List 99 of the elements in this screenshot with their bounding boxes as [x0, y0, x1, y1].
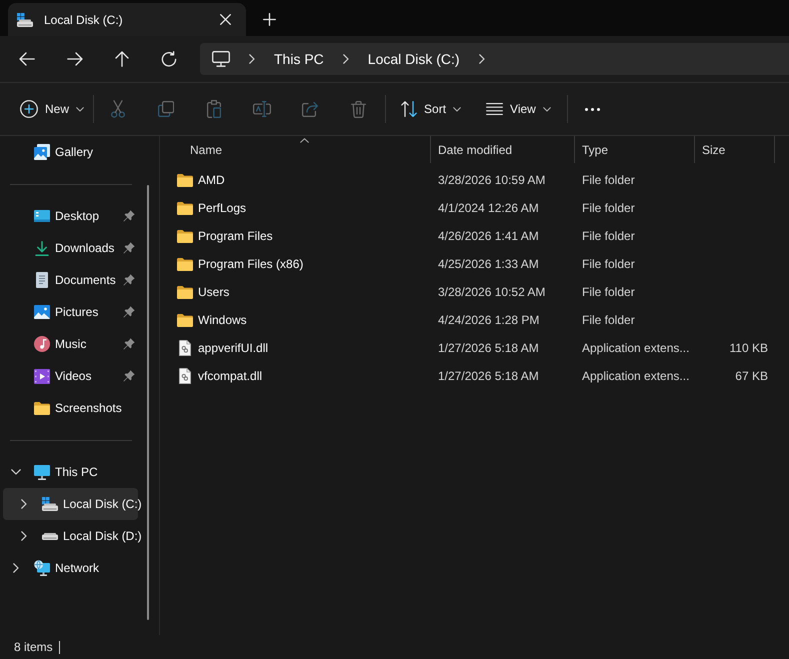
file-row[interactable]: PerfLogs 4/1/2024 12:26 AM File folder: [170, 194, 785, 222]
plus-circle-icon: [20, 100, 38, 118]
file-name: PerfLogs: [198, 201, 246, 215]
file-row[interactable]: AMD 3/28/2026 10:59 AM File folder: [170, 166, 785, 194]
size-cell-text: 110 KB: [730, 341, 769, 355]
gallery-icon: [34, 144, 50, 160]
sidebar-item[interactable]: Music: [3, 328, 138, 360]
picture-icon: [34, 305, 50, 319]
type-cell-text: File folder: [581, 285, 635, 299]
desktop-icon: [34, 210, 50, 222]
network-icon: [34, 560, 50, 576]
sidebar-item[interactable]: Desktop: [3, 200, 138, 232]
file-icon: [179, 340, 191, 356]
item-count: 8 items: [14, 640, 53, 654]
chevron-right-icon[interactable]: [342, 54, 349, 64]
folder-icon: [177, 286, 193, 298]
drive-icon: [17, 12, 33, 26]
lines-icon: [486, 103, 504, 115]
chevron-right-icon[interactable]: [249, 54, 255, 64]
sidebar-item[interactable]: Gallery: [3, 136, 138, 168]
column-header[interactable]: Size: [695, 136, 775, 163]
download-arrow-icon: [35, 240, 49, 256]
refresh-icon[interactable]: [161, 51, 177, 67]
date-cell-text: 1/27/2026 5:18 AM: [437, 341, 539, 355]
file-icon: [179, 368, 191, 384]
date-cell-text: 4/26/2026 1:41 AM: [437, 229, 539, 243]
caret-icon: [453, 106, 462, 112]
monitor-icon: [212, 51, 230, 67]
breadcrumb-link[interactable]: Local Disk (C:): [368, 51, 460, 67]
sidebar-item[interactable]: Videos: [3, 360, 138, 392]
file-row[interactable]: Windows 4/24/2026 1:28 PM File folder: [170, 306, 785, 334]
chevron-right-icon[interactable]: [478, 54, 485, 64]
date-cell-text: 4/1/2024 12:26 AM: [437, 201, 539, 215]
address-bar[interactable]: This PC Local Disk (C:): [200, 43, 789, 75]
file-row[interactable]: Program Files (x86) 4/25/2026 1:33 AM File folder: [170, 250, 785, 278]
drive-icon: [42, 497, 58, 511]
drive-icon: [42, 532, 58, 540]
file-name: Program Files (x86): [198, 257, 304, 271]
sidebar-item[interactable]: Documents: [3, 264, 138, 296]
file-row[interactable]: Users 3/28/2026 10:52 AM File folder: [170, 278, 785, 306]
date-cell-text: 1/27/2026 5:18 AM: [437, 369, 539, 383]
folder-icon: [177, 202, 193, 214]
folder-icon: [177, 230, 193, 242]
caret-icon: [76, 106, 84, 112]
type-cell-text: File folder: [581, 257, 635, 271]
column-header[interactable]: Date modified: [431, 136, 575, 163]
type-cell-text: File folder: [581, 173, 635, 187]
music-note-icon: [34, 336, 50, 352]
arrow-up-icon[interactable]: [115, 51, 129, 67]
column-header[interactable]: Type: [575, 136, 695, 163]
film-icon: [34, 368, 50, 384]
chevron-right-icon[interactable]: [13, 563, 19, 573]
ellipsis-icon[interactable]: [584, 108, 600, 110]
sort-arrows-icon: [401, 101, 418, 117]
type-cell-text: File folder: [581, 229, 635, 243]
plus-icon[interactable]: [263, 13, 276, 26]
monitor-icon: [34, 464, 50, 480]
date-cell-text: 3/28/2026 10:52 AM: [437, 285, 546, 299]
chevron-down-icon[interactable]: [11, 469, 21, 475]
breadcrumb-link[interactable]: This PC: [274, 51, 324, 67]
file-name: appverifUI.dll: [198, 341, 268, 355]
type-cell-text: File folder: [581, 313, 635, 327]
arrow-left-icon[interactable]: [19, 52, 35, 66]
file-row[interactable]: Program Files 4/26/2026 1:41 AM File folder: [170, 222, 785, 250]
sidebar-item[interactable]: Pictures: [3, 296, 138, 328]
type-cell-text: Application extens...: [581, 341, 690, 355]
close-icon[interactable]: [220, 14, 231, 25]
type-cell-text: Application extens...: [581, 369, 690, 383]
folder-icon: [177, 314, 193, 326]
sidebar-item[interactable]: Downloads: [3, 232, 138, 264]
caret-icon: [542, 106, 551, 112]
tab[interactable]: Local Disk (C:): [8, 3, 246, 36]
file-name: Windows: [198, 313, 247, 327]
size-cell-text: 67 KB: [735, 369, 769, 383]
folder-icon: [34, 402, 50, 414]
chevron-right-icon[interactable]: [21, 499, 27, 509]
document-icon: [36, 272, 48, 288]
file-name: Program Files: [198, 229, 273, 243]
view-button[interactable]: View: [486, 102, 551, 116]
date-cell-text: 3/28/2026 10:59 AM: [437, 173, 546, 187]
folder-icon: [177, 174, 193, 186]
tree-item[interactable]: Network: [3, 552, 138, 584]
arrow-right-icon[interactable]: [67, 52, 83, 66]
scrollbar-thumb[interactable]: [147, 185, 149, 620]
sidebar-item[interactable]: Screenshots: [3, 392, 138, 424]
file-name: vfcompat.dll: [198, 369, 262, 383]
file-name: Users: [198, 285, 230, 299]
file-row[interactable]: vfcompat.dll 1/27/2026 5:18 AM Application extens... 67 KB: [170, 362, 785, 390]
type-cell-text: File folder: [581, 201, 635, 215]
tree-item[interactable]: This PC: [3, 456, 138, 488]
chevron-right-icon[interactable]: [21, 531, 27, 541]
folder-icon: [177, 258, 193, 270]
file-row[interactable]: appverifUI.dll 1/27/2026 5:18 AM Application extens... 110 KB: [170, 334, 785, 362]
date-cell-text: 4/24/2026 1:28 PM: [437, 313, 540, 327]
sort-button[interactable]: Sort: [401, 101, 462, 117]
column-header[interactable]: Name: [177, 136, 431, 163]
file-name: AMD: [198, 173, 225, 187]
date-cell-text: 4/25/2026 1:33 AM: [437, 257, 539, 271]
new-button[interactable]: New: [20, 100, 84, 118]
